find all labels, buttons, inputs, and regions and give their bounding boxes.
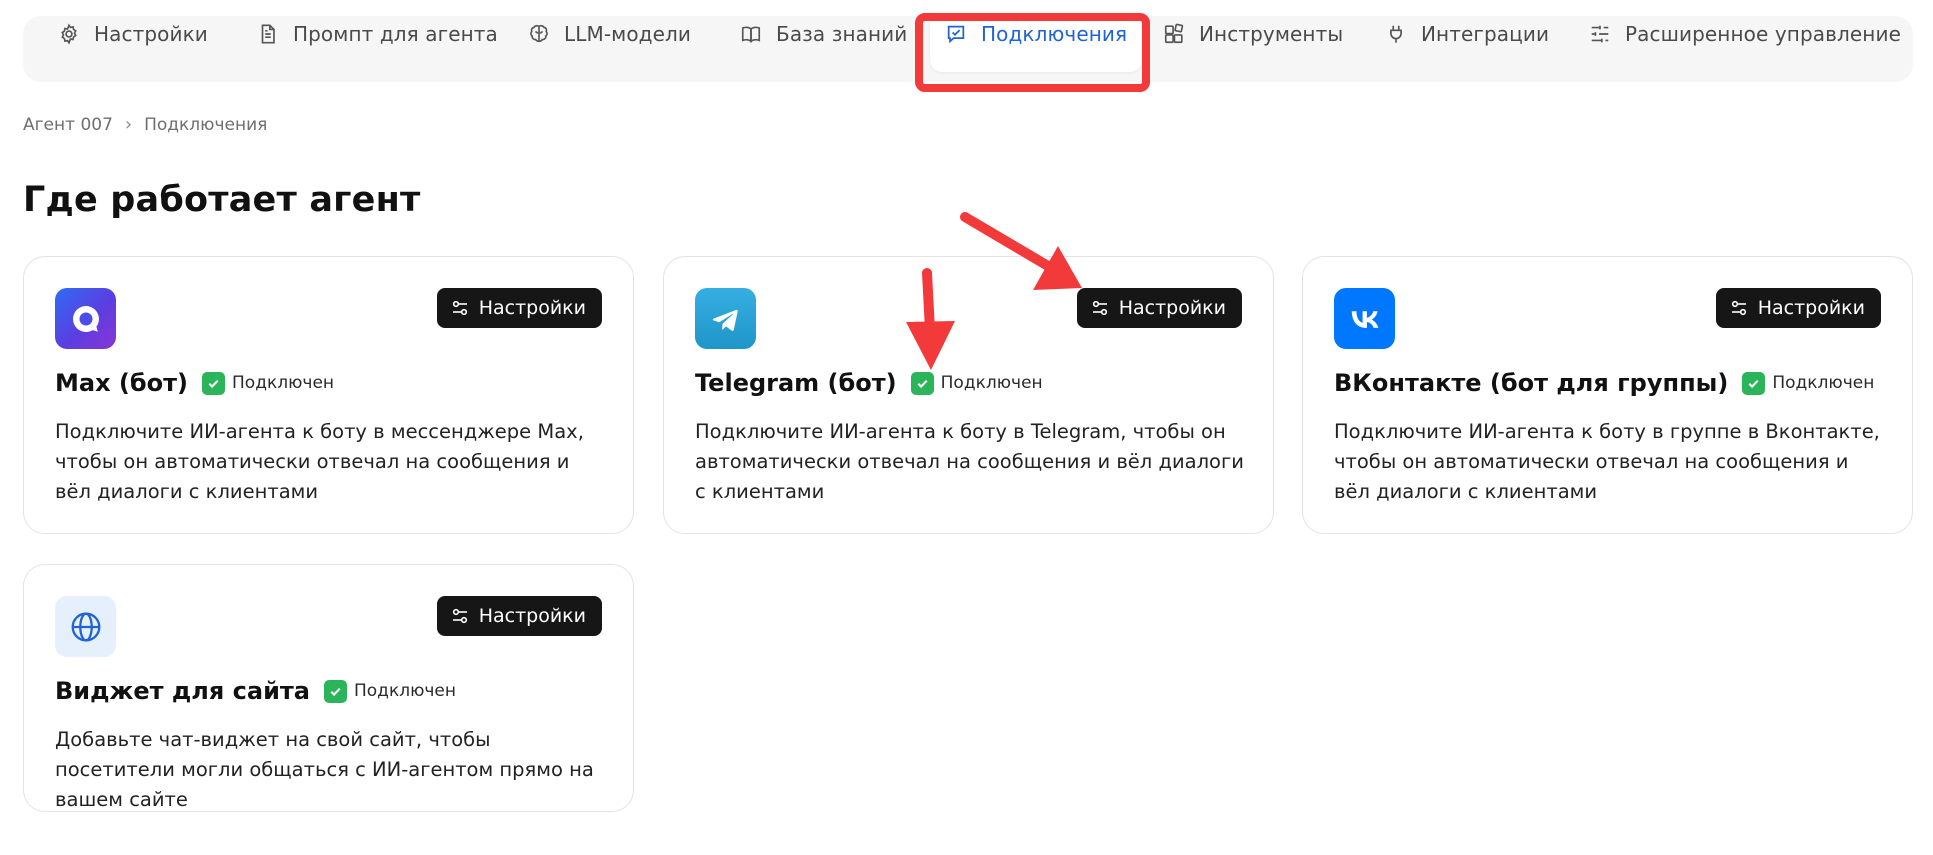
nav-tab-label: Подключения — [981, 22, 1128, 46]
document-icon — [261, 24, 275, 44]
status-badge: Подключен — [910, 371, 1043, 395]
connection-check-icon — [947, 25, 965, 44]
status-text: Подключен — [232, 373, 335, 393]
settings-button[interactable]: Настройки — [1715, 288, 1881, 328]
breadcrumb-item-agent[interactable]: Агент 007 — [23, 115, 113, 135]
nav-tab-agent-prompt[interactable]: Промпт для агента — [257, 16, 498, 52]
status-badge: Подключен — [1742, 371, 1875, 395]
card-header: Виджет для сайта Подключен — [55, 677, 456, 705]
nav-tab-knowledge-base[interactable]: База знаний — [740, 16, 907, 52]
sliders-icon — [1731, 300, 1746, 316]
nav-tab-label: Интеграции — [1421, 22, 1550, 46]
card-title: Max (бот) — [55, 369, 189, 397]
card-header: Max (бот) Подключен — [55, 369, 334, 397]
nav-tab-label: Настройки — [94, 22, 208, 46]
connection-card-site-widget: Настройки Виджет для сайта Подключен Доб… — [23, 564, 634, 812]
nav-tab-label: Инструменты — [1199, 22, 1344, 46]
settings-button-label: Настройки — [1757, 297, 1865, 319]
card-header: Telegram (бот) Подключен — [695, 369, 1043, 397]
nav-tab-advanced[interactable]: Расширенное управление — [1589, 16, 1901, 52]
settings-button[interactable]: Настройки — [436, 288, 602, 328]
nav-tab-settings[interactable]: Настройки — [58, 16, 208, 52]
sliders-icon — [452, 608, 467, 624]
nav-tab-label: Расширенное управление — [1625, 22, 1901, 46]
card-description: Подключите ИИ-агента к боту в группе в В… — [1334, 420, 1880, 503]
nav-tab-integrations[interactable]: Интеграции — [1385, 16, 1549, 52]
status-text: Подключен — [354, 681, 456, 701]
card-title: Telegram (бот) — [695, 369, 897, 397]
check-icon — [1742, 371, 1766, 395]
status-text: Подключен — [940, 373, 1043, 393]
check-icon — [324, 679, 347, 703]
connection-card-telegram: Настройки Telegram (бот) Подключен Подкл… — [663, 256, 1274, 534]
settings-button-label: Настройки — [478, 605, 586, 627]
nav-tab-connections[interactable]: Подключения — [945, 16, 1127, 52]
status-badge: Подключен — [202, 371, 335, 395]
max-logo-icon — [55, 288, 116, 349]
chevron-right-icon: › — [124, 114, 133, 135]
connection-card-vk: Настройки ВКонтакте (бот для группы) Под… — [1302, 256, 1913, 534]
settings-button[interactable]: Настройки — [436, 596, 602, 636]
globe-icon — [55, 596, 116, 657]
card-title: ВКонтакте (бот для группы) — [1334, 369, 1729, 397]
settings-button-label: Настройки — [1118, 297, 1226, 319]
blocks-icon — [1164, 23, 1184, 44]
nav-tab-label: База знаний — [776, 22, 908, 46]
settings-button-label: Настройки — [478, 297, 586, 319]
book-icon — [741, 26, 761, 43]
card-description: Подключите ИИ-агента к боту в Telegram, … — [695, 420, 1244, 503]
sliders-icon — [1092, 300, 1107, 316]
check-icon — [202, 371, 226, 395]
vk-logo-icon — [1334, 288, 1395, 349]
telegram-logo-icon — [695, 288, 756, 349]
breadcrumb: Агент 007 › Подключения — [23, 114, 267, 135]
breadcrumb-item-current: Подключения — [144, 114, 268, 135]
card-title: Виджет для сайта — [55, 677, 310, 705]
sliders-icon — [452, 300, 467, 316]
plug-icon — [1390, 25, 1402, 43]
page-title: Где работает агент — [23, 180, 421, 220]
card-header: ВКонтакте (бот для группы) Подключен — [1334, 369, 1874, 397]
settings-button[interactable]: Настройки — [1076, 288, 1242, 328]
status-badge: Подключен — [324, 679, 456, 703]
sliders-icon — [1591, 25, 1609, 43]
card-description: Подключите ИИ-агента к боту в мессенджер… — [55, 420, 584, 503]
nav-tab-llm-models[interactable]: LLM-модели — [528, 16, 691, 52]
status-text: Подключен — [1772, 373, 1875, 393]
gear-icon — [61, 23, 77, 45]
nav-tab-tools[interactable]: Инструменты — [1163, 16, 1343, 52]
check-icon — [910, 371, 934, 395]
nav-tab-label: LLM-модели — [564, 22, 691, 46]
connection-card-max: Настройки Max (бот) Подключен Подключите… — [23, 256, 634, 534]
card-description: Добавьте чат-виджет на свой сайт, чтобы … — [55, 728, 594, 811]
nav-tab-label: Промпт для агента — [293, 22, 498, 46]
brain-icon — [530, 24, 548, 43]
